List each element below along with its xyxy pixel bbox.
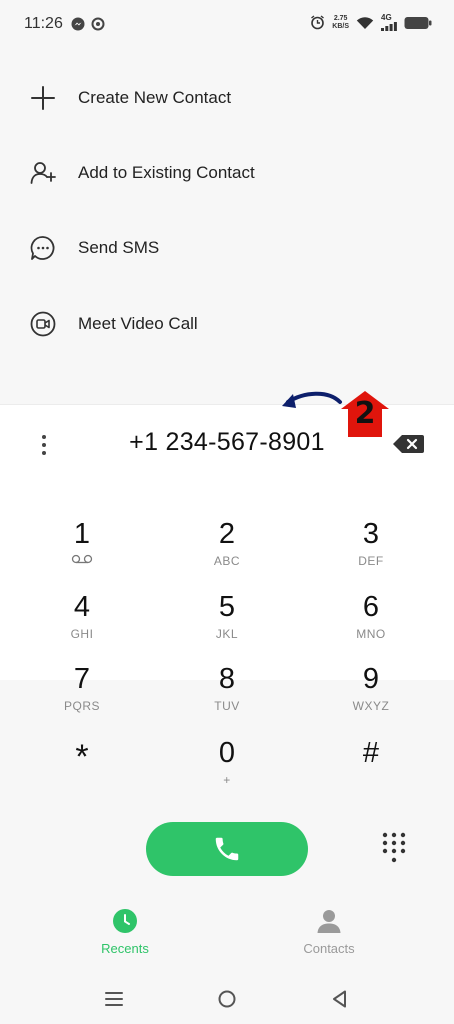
menu-item-meet-video-call[interactable]: Meet Video Call (0, 286, 454, 361)
tab-contacts[interactable]: Contacts (269, 908, 389, 956)
menu-item-label: Add to Existing Contact (78, 162, 255, 182)
settings-ring-icon (91, 17, 105, 31)
action-menu: Create New Contact Add to Existing Conta… (0, 52, 454, 404)
key-hash[interactable]: # (316, 737, 426, 803)
clock-icon (113, 909, 137, 933)
wifi-icon (356, 16, 374, 29)
status-time: 11:26 (24, 15, 63, 32)
back-icon[interactable] (328, 988, 352, 1010)
plus-icon (31, 85, 55, 110)
backspace-icon[interactable] (391, 432, 425, 456)
key-7[interactable]: 7 PQRS (27, 663, 137, 729)
voicemail-icon (71, 554, 93, 564)
chat-bubble-icon (30, 235, 55, 260)
alarm-icon (311, 15, 325, 30)
key-9[interactable]: 9 WXYZ (316, 663, 426, 729)
key-2[interactable]: 2 ABC (172, 518, 282, 584)
menu-item-add-to-existing-contact[interactable]: Add to Existing Contact (0, 135, 454, 210)
key-1[interactable]: 1 (27, 518, 137, 584)
signal-icon (381, 22, 397, 31)
battery-icon (404, 16, 432, 29)
key-5[interactable]: 5 JKL (172, 591, 282, 657)
menu-item-label: Meet Video Call (78, 313, 198, 333)
key-0[interactable]: 0 + (172, 737, 282, 803)
menu-item-create-new-contact[interactable]: Create New Contact (0, 60, 454, 135)
tab-recents[interactable]: Recents (65, 908, 185, 956)
system-nav-bar (0, 984, 454, 1014)
net-speed: 2.75 KB/S (332, 14, 349, 30)
video-call-icon (30, 311, 56, 336)
status-bar: 11:26 2.75 KB/S 4G (0, 0, 454, 52)
menu-item-label: Create New Contact (78, 87, 232, 107)
add-person-icon (30, 161, 56, 184)
home-icon[interactable] (215, 988, 239, 1010)
key-4[interactable]: 4 GHI (27, 591, 137, 657)
person-icon (317, 910, 341, 933)
menu-item-label: Send SMS (78, 237, 160, 257)
key-star[interactable]: * (27, 737, 137, 803)
call-button[interactable] (146, 822, 308, 876)
key-8[interactable]: 8 TUV (172, 663, 282, 729)
dialpad-icon[interactable] (381, 831, 407, 865)
key-6[interactable]: 6 MNO (316, 591, 426, 657)
phone-icon (215, 837, 239, 861)
key-3[interactable]: 3 DEF (316, 518, 426, 584)
annotation-step-number: 2 (354, 396, 376, 431)
network-type: 4G (381, 13, 392, 22)
messenger-icon (71, 17, 85, 31)
annotation-arrow (282, 391, 342, 408)
menu-item-send-sms[interactable]: Send SMS (0, 210, 454, 285)
recent-apps-icon[interactable] (102, 988, 126, 1010)
